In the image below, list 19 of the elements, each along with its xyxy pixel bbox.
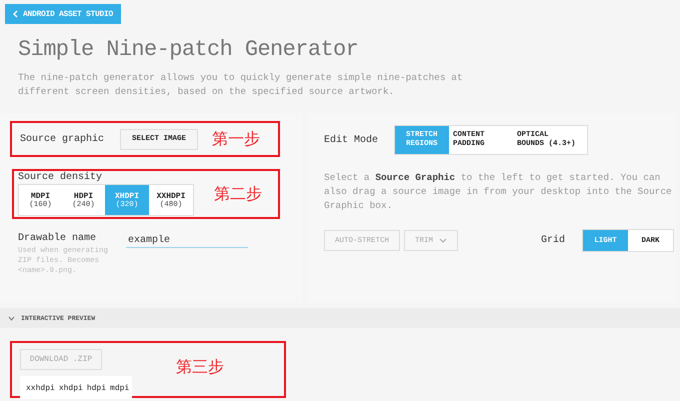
field-label: Source density (18, 172, 104, 184)
instructions: Select a Source Graphic to the left to get started. You can also drag a source image in from your desktop into the Source Graphic box. (324, 171, 673, 213)
page-title: Simple Nine-patch Generator (18, 37, 360, 62)
description: The nine-patch generator allows you to quickly generate simple nine-patches at different screen densities, based on the specified source artwork. (18, 71, 464, 99)
field-label: Drawable name (18, 233, 98, 244)
caret-icon (439, 238, 448, 243)
drawable-name-field[interactable]: example (126, 233, 248, 248)
density-label: xxhdpi (26, 384, 55, 393)
field-label: Edit Mode (324, 134, 378, 146)
field-label: Source graphic (20, 134, 104, 144)
step-annotation: 第一步 (212, 128, 260, 150)
density-label: mdpi (110, 384, 130, 393)
step-annotation: 第三步 (176, 357, 224, 378)
chevron-down-icon (8, 316, 15, 320)
chevron-left-icon (13, 10, 18, 18)
field-label: Grid (540, 235, 565, 246)
step-annotation: 第二步 (214, 184, 262, 204)
density-label: hdpi (86, 384, 106, 393)
density-label: xhdpi (58, 384, 83, 393)
